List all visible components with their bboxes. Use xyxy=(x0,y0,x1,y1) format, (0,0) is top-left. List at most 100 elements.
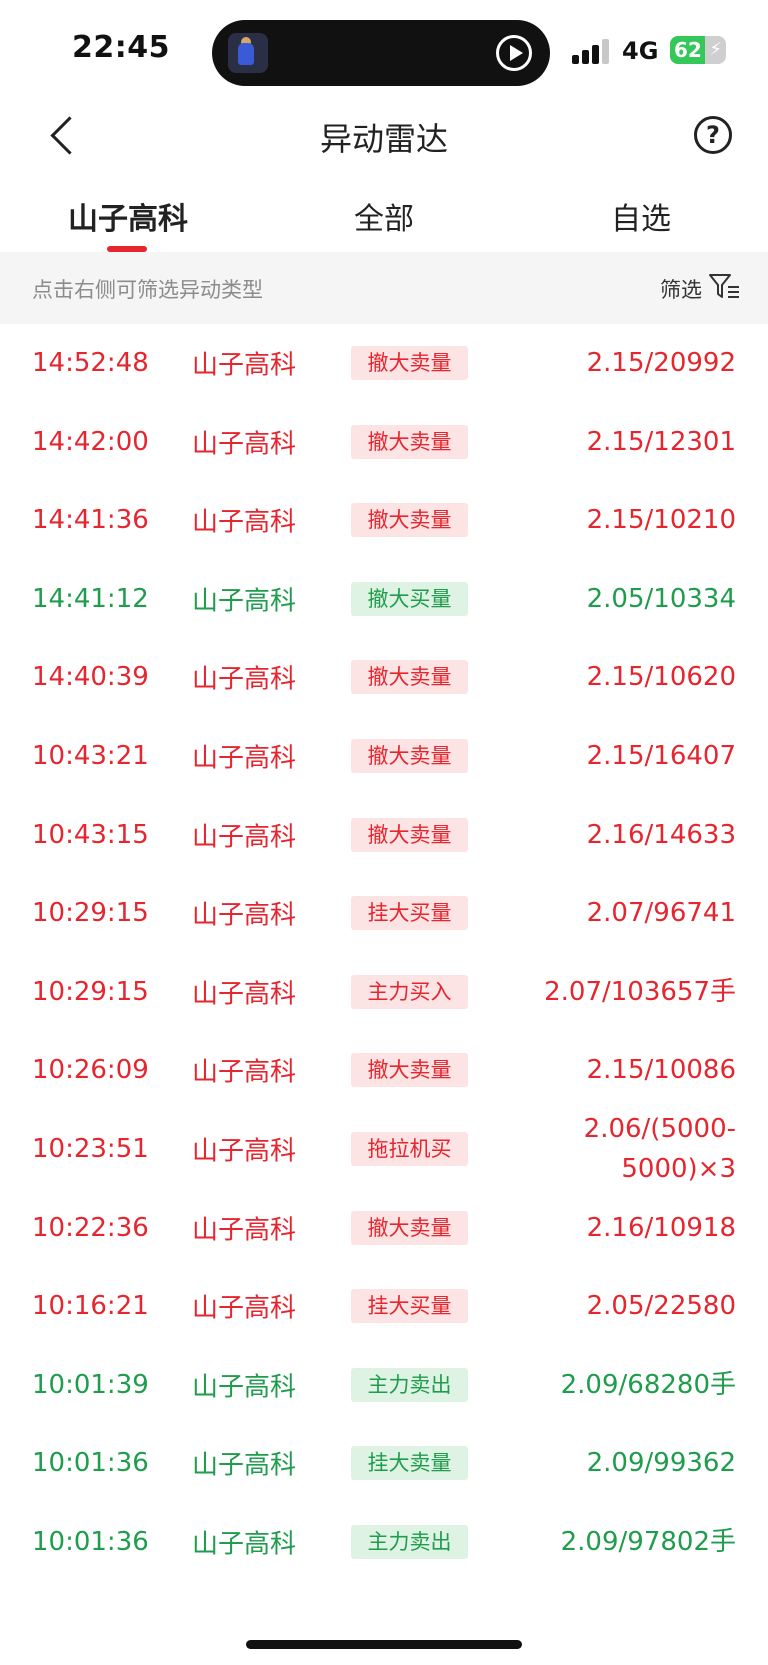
play-icon[interactable] xyxy=(496,35,532,71)
signal-icon xyxy=(572,38,612,64)
row-stock-name: 山子高科 xyxy=(192,1136,297,1167)
row-stock-name: 山子高科 xyxy=(192,822,297,853)
row-stock-name: 山子高科 xyxy=(192,586,297,617)
filter-label: 筛选 xyxy=(660,278,702,302)
row-price-volume: 2.15/10210 xyxy=(586,505,736,536)
list-item[interactable]: 10:29:15 山子高科 主力买入 2.07/103657手 xyxy=(0,953,768,1031)
row-type-badge: 撤大卖量 xyxy=(351,817,468,852)
row-price-volume: 2.06/(5000-5000)×3 xyxy=(583,1114,736,1184)
row-type-badge: 挂大买量 xyxy=(351,896,468,931)
row-price-volume: 2.07/96741 xyxy=(586,898,736,929)
row-stock-name: 山子高科 xyxy=(192,664,297,695)
list-item[interactable]: 10:43:15 山子高科 撤大卖量 2.16/14633 xyxy=(0,796,768,874)
row-price-volume: 2.15/10086 xyxy=(586,1055,736,1086)
network-type: 4G xyxy=(622,37,659,65)
row-time: 14:42:00 xyxy=(32,426,149,457)
row-price-volume: 2.15/20992 xyxy=(586,348,736,378)
list-item[interactable]: 14:40:39 山子高科 撤大卖量 2.15/10620 xyxy=(0,638,768,716)
row-price-volume: 2.05/10334 xyxy=(586,583,736,614)
row-stock-name: 山子高科 xyxy=(192,1450,297,1481)
list-item[interactable]: 10:01:39 山子高科 主力卖出 2.09/68280手 xyxy=(0,1346,768,1424)
filter-button[interactable]: 筛选 xyxy=(660,270,760,306)
help-icon[interactable]: ? xyxy=(694,116,732,154)
row-type-badge: 主力买入 xyxy=(351,974,468,1009)
row-stock-name: 山子高科 xyxy=(192,1057,297,1088)
row-price-volume: 2.05/22580 xyxy=(586,1291,736,1322)
row-time: 10:26:09 xyxy=(32,1055,149,1086)
tab-watchlist[interactable]: 自选 xyxy=(611,194,671,238)
filter-bar: 点击右侧可筛选异动类型 筛选 xyxy=(0,252,768,324)
row-stock-name: 山子高科 xyxy=(192,743,297,774)
row-price-volume: 2.15/16407 xyxy=(586,741,736,771)
home-indicator[interactable] xyxy=(246,1640,522,1649)
filter-hint: 点击右侧可筛选异动类型 xyxy=(32,278,263,302)
row-time: 14:41:12 xyxy=(32,583,149,614)
tab-stock[interactable]: 山子高科 xyxy=(68,194,188,238)
list-item[interactable]: 10:16:21 山子高科 挂大买量 2.05/22580 xyxy=(0,1267,768,1345)
list-item[interactable]: 14:41:36 山子高科 撤大卖量 2.15/10210 xyxy=(0,481,768,559)
row-type-badge: 挂大卖量 xyxy=(351,1446,468,1481)
row-time: 10:01:36 xyxy=(32,1448,149,1479)
filter-icon xyxy=(709,274,739,298)
row-stock-name: 山子高科 xyxy=(192,1529,297,1560)
row-type-badge: 撤大买量 xyxy=(351,581,468,616)
tab-all[interactable]: 全部 xyxy=(354,194,414,238)
row-stock-name: 山子高科 xyxy=(192,350,297,381)
list-item[interactable]: 10:01:36 山子高科 挂大卖量 2.09/99362 xyxy=(0,1424,768,1502)
row-time: 10:22:36 xyxy=(32,1212,149,1243)
list-item[interactable]: 10:22:36 山子高科 撤大卖量 2.16/10918 xyxy=(0,1189,768,1267)
row-stock-name: 山子高科 xyxy=(192,1215,297,1246)
list-item[interactable]: 14:52:48 山子高科 撤大卖量 2.15/20992 xyxy=(0,324,768,402)
row-price-volume: 2.09/99362 xyxy=(586,1448,736,1479)
row-type-badge: 主力卖出 xyxy=(351,1525,468,1559)
row-stock-name: 山子高科 xyxy=(192,900,297,931)
row-time: 10:01:39 xyxy=(32,1369,149,1400)
list-item[interactable]: 10:01:36 山子高科 主力卖出 2.09/97802手 xyxy=(0,1503,768,1581)
row-time: 10:16:21 xyxy=(32,1291,149,1322)
tab-bar: 山子高科 全部 自选 xyxy=(0,180,768,252)
status-time: 22:45 xyxy=(72,30,170,65)
row-type-badge: 撤大卖量 xyxy=(351,503,468,538)
row-price-volume: 2.16/14633 xyxy=(586,819,736,850)
row-type-badge: 撤大卖量 xyxy=(351,1053,468,1088)
row-stock-name: 山子高科 xyxy=(192,1293,297,1324)
row-type-badge: 撤大卖量 xyxy=(351,739,468,773)
row-time: 10:29:15 xyxy=(32,976,149,1007)
row-time: 14:41:36 xyxy=(32,505,149,536)
list-item[interactable]: 14:41:12 山子高科 撤大买量 2.05/10334 xyxy=(0,560,768,638)
list-item[interactable]: 10:26:09 山子高科 撤大卖量 2.15/10086 xyxy=(0,1031,768,1109)
row-time: 14:40:39 xyxy=(32,662,149,693)
row-time: 10:43:21 xyxy=(32,741,149,771)
row-type-badge: 主力卖出 xyxy=(351,1367,468,1402)
row-time: 10:43:15 xyxy=(32,819,149,850)
dynamic-island[interactable] xyxy=(212,20,550,86)
nav-bar: 异动雷达 ? xyxy=(0,100,768,176)
row-time: 10:29:15 xyxy=(32,898,149,929)
status-bar: 22:45 4G 62 ⚡ xyxy=(0,0,768,100)
row-type-badge: 撤大卖量 xyxy=(351,660,468,695)
row-type-badge: 撤大卖量 xyxy=(351,424,468,459)
page-title: 异动雷达 xyxy=(319,120,448,158)
row-time: 10:23:51 xyxy=(32,1134,149,1164)
list-item[interactable]: 10:29:15 山子高科 挂大买量 2.07/96741 xyxy=(0,874,768,952)
row-time: 14:52:48 xyxy=(32,348,149,378)
media-thumbnail-icon[interactable] xyxy=(228,33,268,73)
battery-percent: 62 xyxy=(674,38,702,62)
row-type-badge: 撤大卖量 xyxy=(351,346,468,380)
list-item[interactable]: 14:42:00 山子高科 撤大卖量 2.15/12301 xyxy=(0,403,768,481)
row-time: 10:01:36 xyxy=(32,1527,149,1557)
row-type-badge: 拖拉机买 xyxy=(351,1132,468,1166)
row-stock-name: 山子高科 xyxy=(192,507,297,538)
row-price-volume: 2.09/68280手 xyxy=(560,1369,736,1400)
row-price-volume: 2.07/103657手 xyxy=(544,976,736,1007)
row-price-volume: 2.15/12301 xyxy=(586,426,736,457)
row-price-volume: 2.09/97802手 xyxy=(560,1527,736,1557)
list-item[interactable]: 10:23:51 山子高科 拖拉机买 2.06/(5000-5000)×3 xyxy=(0,1110,768,1188)
row-stock-name: 山子高科 xyxy=(192,979,297,1010)
list-item[interactable]: 10:43:21 山子高科 撤大卖量 2.15/16407 xyxy=(0,717,768,795)
row-type-badge: 挂大买量 xyxy=(351,1289,468,1324)
row-type-badge: 撤大卖量 xyxy=(351,1210,468,1245)
charging-bolt-icon: ⚡ xyxy=(709,39,722,60)
row-price-volume: 2.15/10620 xyxy=(586,662,736,693)
row-stock-name: 山子高科 xyxy=(192,1372,297,1403)
